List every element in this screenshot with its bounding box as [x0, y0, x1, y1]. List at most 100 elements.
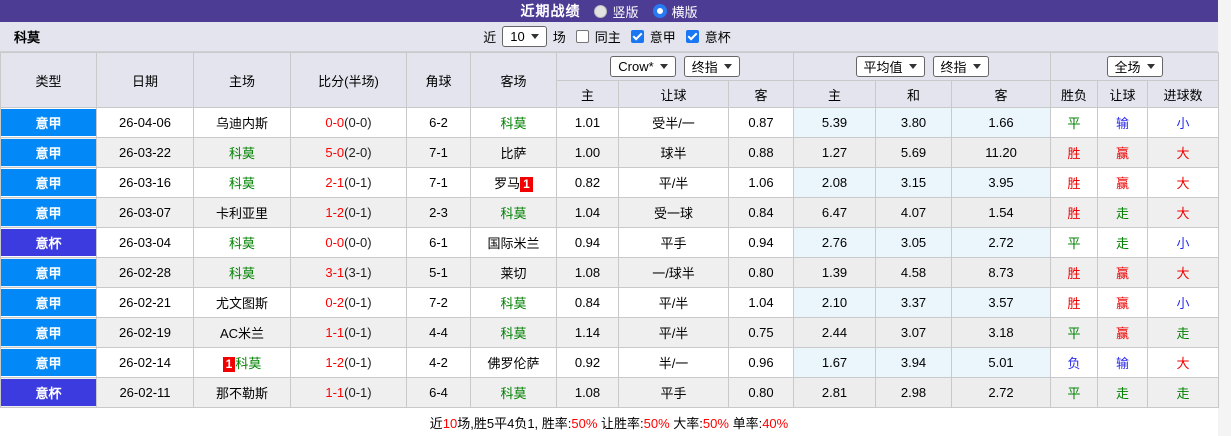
europe-avg-select[interactable]: 平均值: [855, 56, 925, 77]
score-cell: 1-2(0-1): [290, 347, 407, 378]
asia-away-odds-cell: 0.96: [727, 347, 795, 378]
asia-home-odds-cell: 1.08: [556, 377, 619, 408]
scope-select[interactable]: 全场: [1106, 56, 1163, 77]
europe-final-select[interactable]: 终指: [932, 56, 989, 77]
corner-cell: 6-2: [406, 107, 471, 138]
league-badge: 意甲: [1, 139, 96, 166]
europe-draw-odds-cell: 3.94: [875, 347, 953, 378]
asia-home-odds-cell: 1.14: [556, 317, 619, 348]
serie-a-label[interactable]: 意甲: [650, 27, 676, 46]
score-cell: 1-1(0-1): [290, 317, 407, 348]
result-cell: 胜: [1050, 197, 1099, 228]
date-cell: 26-02-19: [96, 317, 194, 348]
coppa-italia-label[interactable]: 意杯: [705, 27, 731, 46]
col-header-eu-away: 客: [951, 80, 1052, 108]
league-badge: 意杯: [1, 229, 96, 256]
europe-away-odds-cell: 2.72: [951, 377, 1052, 408]
asia-home-odds-cell: 1.04: [556, 197, 619, 228]
europe-draw-odds-cell: 3.07: [875, 317, 953, 348]
europe-home-odds-cell: 1.67: [793, 347, 877, 378]
home-team-cell: 科莫: [193, 227, 291, 258]
serie-a-checkbox[interactable]: [630, 30, 644, 43]
recent-count-select[interactable]: 10: [502, 26, 547, 47]
asia-away-odds-cell: 0.88: [727, 137, 795, 168]
away-team-cell: 罗马 1: [470, 167, 557, 198]
asia-away-odds-cell: 0.80: [727, 257, 795, 288]
europe-draw-odds-cell: 2.98: [875, 377, 953, 408]
chevron-down-icon: [1146, 64, 1155, 69]
layout-radio-vertical[interactable]: 竖版: [594, 2, 639, 21]
col-header-asia-home: 主: [556, 80, 619, 108]
goals-result-cell: 大: [1147, 347, 1220, 378]
col-header-result: 胜负: [1050, 80, 1099, 108]
europe-home-odds-cell: 2.76: [793, 227, 877, 258]
asia-final-select[interactable]: 终指: [683, 56, 740, 77]
league-type-cell: 意甲: [0, 347, 97, 378]
asia-away-odds-cell: 0.80: [727, 377, 795, 408]
league-type-cell: 意甲: [0, 197, 97, 228]
radio-selected-icon[interactable]: [652, 4, 667, 18]
layout-radio-horizontal[interactable]: 横版: [652, 2, 698, 21]
radio-horizontal-label[interactable]: 横版: [672, 2, 698, 21]
asia-handicap-cell: 一/球半: [618, 257, 729, 288]
goals-result-cell: 大: [1147, 197, 1220, 228]
matches-label: 场: [552, 30, 566, 45]
goals-result-cell: 大: [1147, 137, 1220, 168]
asia-handicap-cell: 平/半: [618, 317, 729, 348]
goals-result-cell: 走: [1147, 317, 1220, 348]
date-cell: 26-04-06: [96, 107, 194, 138]
date-cell: 26-02-14: [96, 347, 194, 378]
asia-company-select[interactable]: Crow*: [610, 56, 676, 77]
europe-draw-odds-cell: 4.07: [875, 197, 953, 228]
europe-home-odds-cell: 1.39: [793, 257, 877, 288]
home-team-cell: 乌迪内斯: [193, 107, 291, 138]
panel-title-bar: 近期战绩 竖版 横版: [0, 0, 1218, 22]
away-team-cell: 国际米兰: [470, 227, 557, 258]
league-type-cell: 意甲: [0, 167, 97, 198]
table-row: 意杯 26-03-04 科莫 0-0(0-0) 6-1 国际米兰 0.94 平手 0.94 2.7…: [0, 227, 1220, 258]
col-header-type: 类型: [0, 52, 97, 108]
coppa-italia-checkbox[interactable]: [685, 30, 699, 43]
result-cell: 胜: [1050, 137, 1099, 168]
europe-away-odds-cell: 8.73: [951, 257, 1052, 288]
summary-footer: 近10场,胜5平4负1, 胜率:50% 让胜率:50% 大率:50% 单率:40…: [0, 408, 1218, 436]
handicap-result-cell: 走: [1097, 197, 1149, 228]
asia-home-odds-cell: 0.94: [556, 227, 619, 258]
date-cell: 26-02-21: [96, 287, 194, 318]
recent-label: 近: [483, 30, 497, 45]
europe-away-odds-cell: 1.66: [951, 107, 1052, 138]
asia-handicap-cell: 平/半: [618, 167, 729, 198]
table-row: 意甲 26-03-16 科莫 2-1(0-1) 7-1 罗马 1 0.82 平/半 1.06 2.0…: [0, 167, 1220, 198]
away-team-cell: 科莫: [470, 107, 557, 138]
europe-draw-odds-cell: 5.69: [875, 137, 953, 168]
asia-odds-group-header: Crow* 终指: [555, 52, 795, 81]
score-cell: 1-1(0-1): [290, 377, 407, 408]
asia-home-odds-cell: 0.84: [556, 287, 619, 318]
radio-unselected-icon[interactable]: [594, 4, 608, 18]
same-home-label[interactable]: 同主: [595, 27, 621, 46]
league-badge: 意甲: [1, 199, 96, 226]
europe-away-odds-cell: 5.01: [951, 347, 1052, 378]
asia-home-odds-cell: 0.82: [556, 167, 619, 198]
date-cell: 26-03-16: [96, 167, 194, 198]
date-cell: 26-03-22: [96, 137, 194, 168]
asia-home-odds-cell: 1.08: [556, 257, 619, 288]
col-header-home: 主场: [193, 52, 291, 108]
handicap-result-cell: 走: [1097, 377, 1149, 408]
corner-cell: 5-1: [406, 257, 471, 288]
col-header-eu-draw: 和: [875, 80, 953, 108]
table-row: 意甲 26-04-06 乌迪内斯 0-0(0-0) 6-2 科莫 1.01 受半/一 0.87 5…: [0, 107, 1220, 138]
europe-draw-odds-cell: 3.15: [875, 167, 953, 198]
same-home-checkbox[interactable]: [575, 30, 589, 43]
away-team-cell: 科莫: [470, 197, 557, 228]
home-team-cell: 那不勒斯: [193, 377, 291, 408]
radio-vertical-label[interactable]: 竖版: [612, 2, 638, 21]
asia-handicap-cell: 平/半: [618, 287, 729, 318]
europe-away-odds-cell: 11.20: [951, 137, 1052, 168]
rank-badge: 1: [520, 177, 533, 192]
date-cell: 26-02-28: [96, 257, 194, 288]
handicap-result-cell: 输: [1097, 347, 1149, 378]
europe-home-odds-cell: 2.81: [793, 377, 877, 408]
away-team-cell: 比萨: [470, 137, 557, 168]
asia-away-odds-cell: 0.87: [727, 107, 795, 138]
